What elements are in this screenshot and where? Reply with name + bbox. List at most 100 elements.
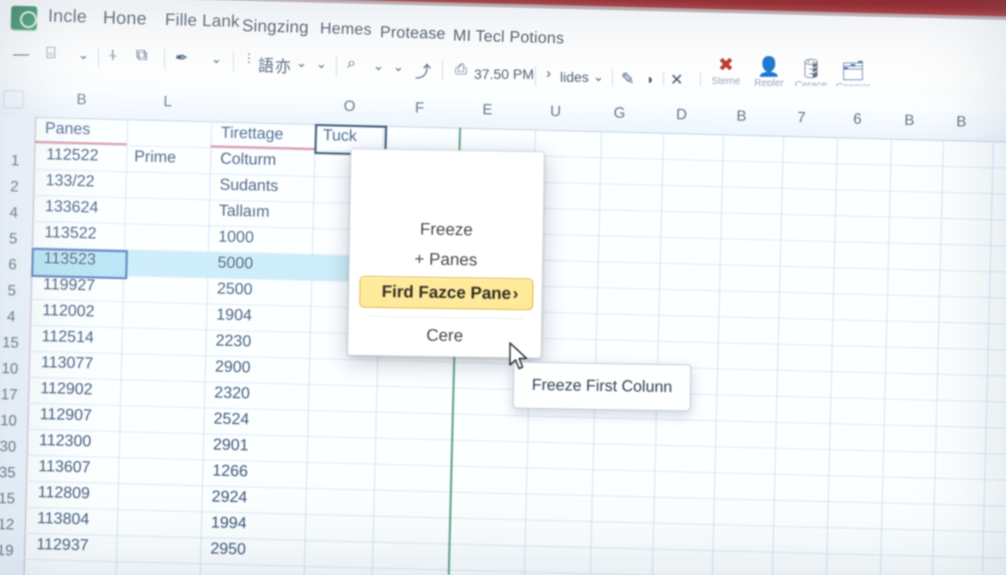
column-header-U[interactable]: U [535, 103, 575, 121]
find-icon[interactable]: ⌕ [347, 55, 356, 73]
ribbon-tab-5[interactable]: Protease [380, 24, 446, 44]
cell-a14[interactable]: 112809 [37, 484, 91, 503]
cell-c14[interactable]: 2924 [211, 488, 247, 507]
cell-a7[interactable]: 112002 [42, 302, 95, 321]
row-header-12[interactable]: 30 [0, 438, 25, 456]
cell-a10[interactable]: 112902 [40, 380, 93, 399]
cell-a13[interactable]: 113607 [38, 458, 91, 477]
column-header-E[interactable]: E [467, 101, 507, 119]
chevron-down-icon[interactable]: ⌄ [593, 69, 604, 85]
asian-text-icon[interactable]: 亦 [275, 53, 291, 77]
slides-label[interactable]: lides [560, 69, 589, 85]
wrap-text-icon[interactable]: ⧉ [136, 47, 147, 65]
select-all-corner[interactable] [3, 90, 24, 109]
row-header-11[interactable]: 10 [0, 412, 26, 430]
chevron-down-icon[interactable]: ⌄ [316, 56, 327, 72]
ribbon-group-1[interactable]: 👤 Repler [748, 58, 790, 90]
merge-cells-icon[interactable]: ⌸ [46, 45, 56, 63]
header-cell-panes[interactable]: Panes [45, 120, 91, 139]
column-header-6[interactable]: 6 [837, 110, 877, 128]
column-header-L[interactable]: L [147, 93, 187, 111]
row-header-10[interactable]: 17 [0, 386, 26, 404]
column-header-7[interactable]: 7 [781, 109, 821, 127]
header-cell-tirettage[interactable]: Tirettage [221, 125, 284, 145]
cell-a3[interactable]: 133624 [45, 198, 99, 217]
row-header-1[interactable]: 1 [0, 152, 32, 170]
row-header-15[interactable]: 12 [0, 516, 23, 534]
ribbon-tab-2[interactable]: Fille Lank [165, 10, 240, 32]
row-header-2[interactable]: 2 [0, 178, 32, 196]
cell-a11[interactable]: 112907 [39, 406, 92, 425]
eraser-icon[interactable]: ◗ [646, 71, 654, 87]
chevron-down-icon[interactable]: ⌄ [373, 58, 384, 74]
chevron-down-icon[interactable]: ⌄ [78, 47, 89, 63]
cell-c2[interactable]: Sudants [219, 177, 278, 196]
asian-text-icon[interactable]: 語 [258, 52, 274, 76]
row-header-5[interactable]: 6 [0, 256, 30, 274]
ribbon-tab-3[interactable]: Singzing [242, 16, 309, 38]
cell-c6[interactable]: 2500 [217, 281, 253, 300]
cell-a1[interactable]: 112522 [46, 146, 99, 165]
cell-c3[interactable]: Tallaım [219, 203, 270, 222]
column-header-F[interactable]: F [399, 99, 439, 117]
chevron-down-icon[interactable]: ⌄ [211, 51, 222, 67]
window-icon[interactable]: ⎙ [455, 61, 467, 78]
row-header-7[interactable]: 4 [0, 308, 28, 326]
column-header-0[interactable]: 0 [991, 114, 1006, 132]
chevron-down-icon[interactable]: ⌄ [296, 55, 307, 71]
cell-c8[interactable]: 2230 [215, 333, 251, 352]
column-header-B[interactable]: B [61, 91, 101, 109]
menu-item-cere[interactable]: Cere [358, 320, 530, 353]
cell-c1[interactable]: Colturm [220, 151, 276, 170]
cell-c11[interactable]: 2524 [213, 411, 249, 430]
ribbon-tab-4[interactable]: Hemes [320, 20, 372, 39]
cell-c16[interactable]: 2950 [210, 540, 246, 559]
column-header-B2[interactable]: B [721, 107, 761, 125]
menu-item-freeze[interactable]: Freeze [360, 214, 532, 247]
cell-a8[interactable]: 112514 [41, 328, 94, 347]
column-header-D[interactable]: D [661, 106, 701, 124]
chevron-down-icon[interactable]: ⌄ [393, 59, 404, 75]
row-header-16[interactable]: 19 [0, 542, 22, 560]
menu-item-freeze-first-pane[interactable]: Fird Fazce Pane › [359, 275, 534, 311]
row-header-6[interactable]: 5 [0, 282, 29, 300]
chevron-right-icon[interactable]: › [546, 65, 551, 82]
ribbon-tab-1[interactable]: Hone [103, 7, 147, 29]
row-header-13[interactable]: 35 [0, 464, 24, 482]
cell-c13[interactable]: 1266 [212, 462, 248, 481]
more-vertical-icon[interactable]: ⋮ [243, 51, 255, 65]
dash-icon[interactable]: — [13, 46, 29, 64]
cell-a2[interactable]: 133/22 [45, 172, 94, 191]
column-header-O[interactable]: O [329, 97, 369, 115]
ribbon-tab-0[interactable]: Incle [48, 5, 88, 27]
ribbon-group-0[interactable]: ✖ Steme [705, 56, 747, 88]
cell-c9[interactable]: 2900 [215, 359, 251, 378]
cell-a4[interactable]: 113522 [44, 224, 97, 243]
row-header-9[interactable]: 10 [0, 360, 27, 378]
column-header-B4[interactable]: B [941, 113, 981, 131]
row-header-4[interactable]: 5 [0, 230, 30, 248]
cell-a15[interactable]: 113804 [37, 510, 90, 529]
cell-a12[interactable]: 112300 [39, 432, 92, 451]
cell-c7[interactable]: 1904 [216, 307, 252, 326]
context-menu[interactable]: Freeze + Panes Fird Fazce Pane › Cere [347, 148, 545, 359]
align-icon[interactable]: ⍭ [108, 47, 118, 65]
cell-c10[interactable]: 2320 [214, 385, 250, 404]
cell-b1[interactable]: Prime [134, 148, 176, 167]
row-header-8[interactable]: 15 [0, 334, 28, 352]
cell-c15[interactable]: 1994 [211, 514, 247, 533]
cell-c5[interactable]: 5000 [217, 255, 253, 274]
sort-icon[interactable]: ⤴ [415, 58, 431, 82]
row-header-3[interactable]: 4 [0, 204, 31, 222]
cell-c4[interactable]: 1000 [218, 229, 254, 248]
cell-a16[interactable]: 112937 [36, 536, 89, 555]
cell-a5[interactable]: 113523 [43, 250, 96, 269]
row-header-14[interactable]: 15 [0, 490, 24, 508]
format-painter-icon[interactable]: ✒ [175, 48, 188, 68]
cell-a6[interactable]: 119927 [43, 276, 96, 295]
cell-a9[interactable]: 113077 [41, 354, 94, 373]
cell-c12[interactable]: 2901 [213, 437, 249, 456]
column-header-B3[interactable]: B [889, 112, 929, 130]
column-header-G[interactable]: G [599, 104, 639, 122]
menu-item-panes[interactable]: + Panes [360, 244, 532, 277]
